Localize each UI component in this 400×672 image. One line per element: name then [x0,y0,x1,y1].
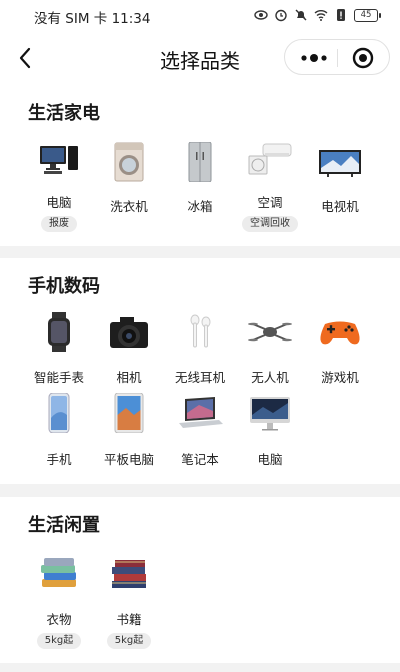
smartphone-icon [48,392,70,434]
section-idle-items: 生活闲置 衣物 5kg起 书籍 5kg起 [0,497,400,663]
category-tag: 报废 [41,216,77,232]
category-laptop[interactable]: 笔记本 [162,393,238,468]
miniprogram-capsule [284,39,390,75]
imac-icon [250,397,290,431]
washing-machine-icon [114,142,144,182]
status-bar: 没有 SIM 卡 11:34 45 [0,0,400,32]
refrigerator-icon [188,141,212,183]
wireless-earbuds-icon [190,314,211,348]
drone-icon [248,322,292,342]
section-title: 生活家电 [28,103,100,124]
category-label: 平板电脑 [103,452,154,467]
mute-bell-icon [295,9,307,21]
category-label: 相机 [116,370,142,385]
section-title: 生活闲置 [28,515,100,536]
tablet-icon [114,392,144,434]
category-label: 智能手表 [33,370,84,385]
category-smartwatch[interactable]: 智能手表 [21,312,97,386]
target-circle-icon[interactable] [343,44,383,72]
category-tag: 5kg起 [36,633,82,649]
category-label: 无人机 [251,370,289,385]
more-dots-icon[interactable] [293,46,333,70]
back-chevron-icon[interactable] [14,44,38,72]
category-label: 书籍 [116,612,142,627]
category-tablet[interactable]: 平板电脑 [91,392,167,468]
category-label: 空调 [257,195,283,210]
carrier-time: 没有 SIM 卡 11:34 [34,11,151,27]
category-label: 笔记本 [181,452,219,467]
category-tag: 5kg起 [106,633,152,649]
category-drone[interactable]: 无人机 [232,312,308,386]
status-icons: 45 [254,8,381,22]
category-books[interactable]: 书籍 5kg起 [91,553,167,649]
gamepad-icon [320,321,360,345]
eye-icon [254,10,268,20]
category-smartphone[interactable]: 手机 [21,392,97,468]
category-imac[interactable]: 电脑 [232,393,308,468]
desktop-computer-icon [40,146,78,174]
alarm-icon [275,9,287,22]
smartwatch-icon [48,312,70,352]
television-icon [319,150,361,177]
camera-icon [110,317,148,348]
battery-icon: 45 [354,8,381,22]
navbar: 选择品类 [0,32,400,86]
category-earbuds[interactable]: 无线耳机 [162,312,238,386]
category-tag: 空调回收 [242,216,298,232]
wifi-icon [314,10,328,21]
books-icon [112,560,146,588]
category-air-conditioner[interactable]: 空调 空调回收 [232,138,308,232]
category-refrigerator[interactable]: 冰箱 [162,141,238,215]
section-digital: 手机数码 智能手表 相机 无线耳机 无人机 游戏机 手机 平板电脑 笔记本 电脑 [0,258,400,484]
category-label: 电脑 [257,452,283,467]
category-camera[interactable]: 相机 [91,312,167,386]
category-computer[interactable]: 电脑 报废 [21,138,97,232]
category-label: 洗衣机 [110,199,148,214]
capsule-divider [337,49,338,67]
category-gamepad[interactable]: 游戏机 [302,312,378,386]
sim-alert-icon [337,9,345,21]
category-washing-machine[interactable]: 洗衣机 [91,142,167,215]
section-home-appliances: 生活家电 电脑 报废 洗衣机 冰箱 空调 空调回收 电视机 [0,86,400,246]
category-label: 衣物 [46,612,72,627]
category-label: 冰箱 [187,199,213,214]
category-label: 电视机 [321,199,359,214]
laptop-icon [179,397,223,428]
section-title: 手机数码 [28,276,100,297]
category-label: 手机 [46,452,72,467]
folded-clothes-icon [41,558,76,587]
category-clothes[interactable]: 衣物 5kg起 [21,553,97,649]
category-label: 无线耳机 [174,370,225,385]
category-label: 电脑 [46,195,72,210]
air-conditioner-icon [248,143,292,175]
category-label: 游戏机 [321,370,359,385]
category-television[interactable]: 电视机 [302,142,378,215]
